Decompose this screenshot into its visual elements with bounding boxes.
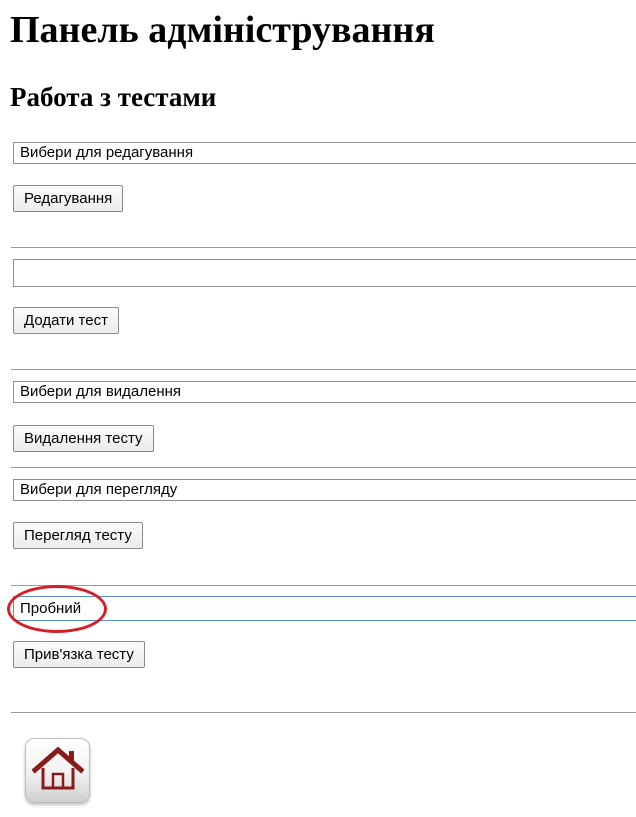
divider <box>11 712 636 713</box>
bind-test-select[interactable]: Пробний <box>13 596 636 621</box>
new-test-name-input[interactable] <box>13 259 636 287</box>
divider <box>11 585 636 586</box>
view-test-select[interactable]: Вибери для перегляду <box>13 479 636 501</box>
edit-test-select[interactable]: Вибери для редагування <box>13 142 636 164</box>
view-test-button[interactable]: Перегляд тесту <box>13 522 143 549</box>
delete-test-button[interactable]: Видалення тесту <box>13 425 154 452</box>
delete-test-select[interactable]: Вибери для видалення <box>13 381 636 403</box>
divider <box>11 467 636 468</box>
home-button[interactable] <box>25 738 90 803</box>
add-test-button[interactable]: Додати тест <box>13 307 119 334</box>
page-title: Панель адміністрування <box>10 9 435 51</box>
section-title: Работа з тестами <box>10 82 217 112</box>
bind-test-button[interactable]: Прив'язка тесту <box>13 641 145 668</box>
divider <box>11 369 636 370</box>
divider <box>11 247 636 248</box>
home-icon <box>32 746 84 790</box>
edit-button[interactable]: Редагування <box>13 185 124 212</box>
